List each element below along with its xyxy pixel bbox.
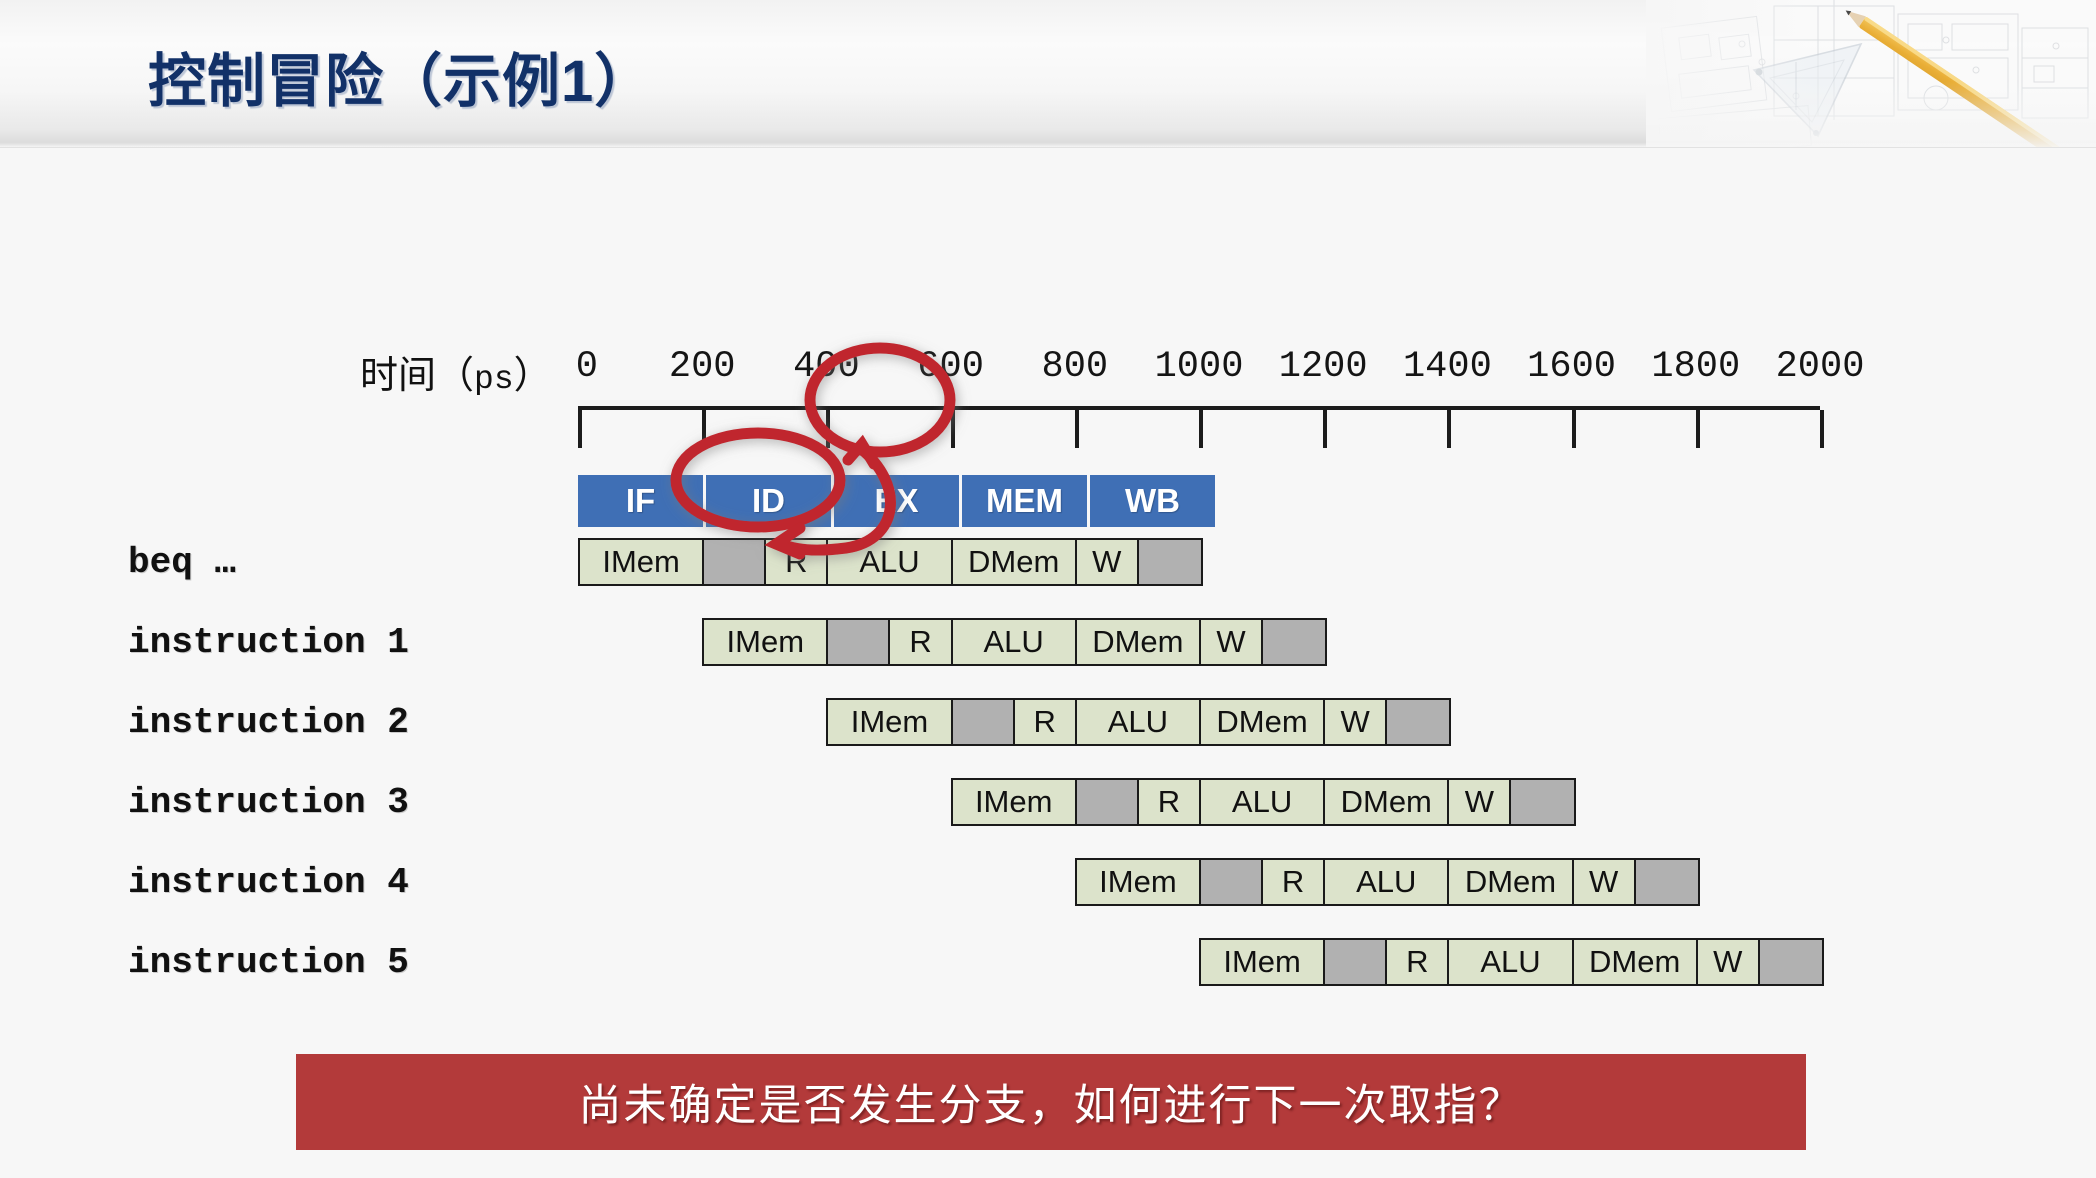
axis-tick-label: 1200 — [1278, 346, 1368, 388]
axis-tick-label: 600 — [917, 346, 984, 388]
segment-instruction-2-blank1 — [952, 700, 1015, 744]
time-axis-caption: 时间（ps） — [360, 344, 552, 399]
segment-beq-blank2 — [1138, 540, 1201, 584]
row-label-instruction-2: instruction 2 — [128, 702, 409, 743]
segment-instruction-4-blank2 — [1635, 860, 1698, 904]
axis-tick-mark — [950, 410, 955, 448]
row-label-beq: beq … — [128, 542, 237, 583]
segment-instruction-5-blank1 — [1325, 940, 1388, 984]
axis-tick-label: 1800 — [1651, 346, 1741, 388]
segment-instruction-2-blank2 — [1387, 700, 1450, 744]
segment-instruction-3-blank1 — [1076, 780, 1139, 824]
segment-instruction-3-reg_read: R — [1138, 780, 1201, 824]
segment-instruction-3-alu: ALU — [1200, 780, 1326, 824]
segment-instruction-5-reg_write: W — [1697, 940, 1760, 984]
blueprint-artwork-icon — [1646, 0, 2096, 147]
segment-instruction-3-dmem: DMem — [1325, 780, 1450, 824]
segment-instruction-4-alu: ALU — [1325, 860, 1450, 904]
segment-instruction-4-reg_read: R — [1263, 860, 1326, 904]
segment-instruction-5-alu: ALU — [1449, 940, 1574, 984]
segment-instruction-5-blank2 — [1759, 940, 1822, 984]
segment-instruction-4-dmem: DMem — [1449, 860, 1574, 904]
time-axis-ruler — [578, 406, 1824, 448]
segment-instruction-5-dmem: DMem — [1573, 940, 1698, 984]
axis-tick-mark — [1571, 410, 1576, 448]
segment-instruction-3-blank2 — [1511, 780, 1574, 824]
axis-tick-label: 800 — [1041, 346, 1109, 388]
segment-instruction-1-imem: IMem — [704, 620, 829, 664]
stage-header-cell-if: IF — [578, 475, 703, 527]
stage-header-cell-wb: WB — [1090, 475, 1215, 527]
axis-tick-label: 400 — [793, 346, 860, 388]
segment-instruction-1-reg_write: W — [1200, 620, 1264, 664]
axis-tick-mark — [578, 410, 582, 448]
row-label-instruction-4: instruction 4 — [128, 862, 409, 903]
axis-caption-unit: ps — [474, 361, 514, 398]
axis-tick-mark — [1323, 410, 1328, 448]
segment-instruction-1-dmem: DMem — [1076, 620, 1201, 664]
stage-header-cell-mem: MEM — [962, 475, 1087, 527]
segment-beq-dmem: DMem — [952, 540, 1077, 584]
segment-instruction-1-blank2 — [1263, 620, 1326, 664]
axis-tick-label: 1600 — [1527, 346, 1617, 388]
segment-instruction-4-reg_write: W — [1573, 860, 1636, 904]
axis-tick-mark — [702, 410, 707, 448]
segment-instruction-2-alu: ALU — [1076, 700, 1201, 744]
segment-instruction-3-imem: IMem — [952, 780, 1077, 824]
axis-tick-mark — [1447, 410, 1452, 448]
pipeline-row-instruction-2: IMem R ALU DMem W — [826, 698, 1452, 746]
axis-tick-mark — [1695, 410, 1700, 448]
axis-tick-label: 0 — [575, 346, 598, 388]
row-label-instruction-3: instruction 3 — [128, 782, 409, 823]
axis-tick-label: 2000 — [1775, 346, 1865, 388]
pipeline-row-instruction-1: IMem R ALU DMem W — [702, 618, 1328, 666]
stage-header-cell-ex: EX — [834, 475, 959, 527]
segment-instruction-5-reg_read: R — [1387, 940, 1450, 984]
axis-tick-label: 1400 — [1402, 346, 1492, 388]
pipeline-row-instruction-4: IMem R ALU DMem W — [1074, 858, 1700, 906]
stage-header-cell-id: ID — [706, 475, 831, 527]
pipeline-row-instruction-3: IMem R ALU DMem W — [950, 778, 1576, 826]
axis-caption-suffix: ） — [513, 355, 552, 397]
segment-instruction-1-blank1 — [828, 620, 891, 664]
row-label-instruction-1: instruction 1 — [128, 622, 409, 663]
segment-instruction-1-alu: ALU — [952, 620, 1077, 664]
segment-instruction-2-reg_read: R — [1014, 700, 1077, 744]
axis-tick-mark — [1199, 410, 1203, 448]
segment-instruction-2-dmem: DMem — [1200, 700, 1326, 744]
row-label-instruction-5: instruction 5 — [128, 942, 409, 983]
segment-beq-imem: IMem — [580, 540, 705, 584]
axis-tick-label: 200 — [668, 346, 736, 388]
axis-tick-mark — [1820, 410, 1824, 448]
annotation-arrow-head-up — [842, 434, 880, 470]
question-banner: 尚未确定是否发生分支，如何进行下一次取指？ — [296, 1054, 1806, 1150]
segment-instruction-2-reg_write: W — [1325, 700, 1388, 744]
axis-tick-mark — [1074, 410, 1079, 448]
page-title: 控制冒险（示例1） — [148, 49, 654, 114]
segment-instruction-4-blank1 — [1200, 860, 1264, 904]
pipeline-diagram: 时间（ps） 0 200 400 600 800 1000 1200 1400 1600 1800… — [0, 148, 2096, 1178]
question-banner-text: 尚未确定是否发生分支，如何进行下一次取指？ — [578, 1082, 1524, 1130]
segment-beq-alu: ALU — [828, 540, 953, 584]
segment-instruction-5-imem: IMem — [1201, 940, 1326, 984]
pipeline-stage-header: IF ID EX MEM WB — [578, 475, 1215, 527]
segment-beq-reg_read: R — [766, 540, 829, 584]
axis-caption-prefix: 时间（ — [360, 355, 475, 397]
segment-instruction-2-imem: IMem — [828, 700, 953, 744]
segment-instruction-1-reg_read: R — [890, 620, 953, 664]
pipeline-row-beq: IMem R ALU DMem W — [578, 538, 1203, 586]
segment-beq-blank1 — [704, 540, 767, 584]
segment-instruction-4-imem: IMem — [1076, 860, 1201, 904]
axis-tick-label: 1000 — [1154, 346, 1244, 388]
segment-beq-reg_write: W — [1076, 540, 1139, 584]
segment-instruction-3-reg_write: W — [1449, 780, 1512, 824]
pipeline-row-instruction-5: IMem R ALU DMem W — [1199, 938, 1824, 986]
slide-header-band: 控制冒险（示例1） — [0, 0, 2096, 148]
axis-tick-mark — [826, 410, 831, 448]
